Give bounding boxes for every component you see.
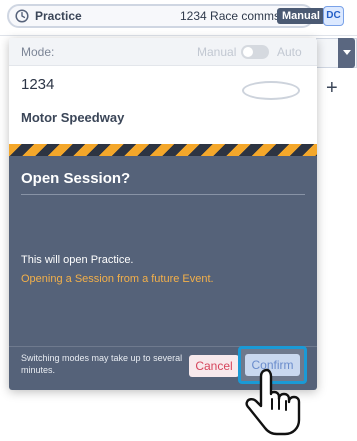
top-bar: Practice 1234 Race comms Manual DC	[0, 0, 357, 36]
mode-manual-label: Manual	[197, 45, 237, 59]
dialog-warning: Opening a Session from a future Event.	[21, 273, 214, 285]
session-dropdown-panel: Mode: Manual Auto 1234 Motor Speedway Op…	[9, 38, 317, 390]
session-title: Practice	[35, 9, 82, 23]
cancel-button[interactable]: Cancel	[189, 355, 239, 377]
plus-icon[interactable]: +	[326, 77, 338, 100]
mode-auto-label: Auto	[277, 45, 302, 59]
dialog-message: This will open Practice.	[21, 254, 134, 266]
comms-label: 1234 Race comms	[180, 9, 281, 23]
mode-label: Mode:	[21, 45, 55, 59]
event-code: 1234	[21, 76, 55, 93]
mode-toggle[interactable]	[241, 45, 269, 59]
chevron-down-icon[interactable]	[338, 38, 355, 68]
dialog-footnote: Switching modes may take up to several m…	[21, 353, 183, 375]
open-session-dialog: Open Session? This will open Practice. O…	[9, 144, 317, 390]
track-oval-icon	[242, 81, 300, 100]
clock-icon	[15, 9, 29, 23]
user-avatar[interactable]: DC	[323, 6, 344, 26]
session-selector[interactable]: Practice 1234 Race comms Manual	[7, 4, 325, 28]
dialog-title: Open Session?	[21, 170, 131, 187]
mode-row: Mode: Manual Auto	[9, 38, 317, 66]
hand-pointer-icon	[245, 368, 301, 436]
warning-stripes	[9, 144, 317, 156]
divider	[21, 194, 305, 195]
venue-name: Motor Speedway	[21, 110, 125, 125]
mode-badge: Manual	[277, 8, 325, 24]
